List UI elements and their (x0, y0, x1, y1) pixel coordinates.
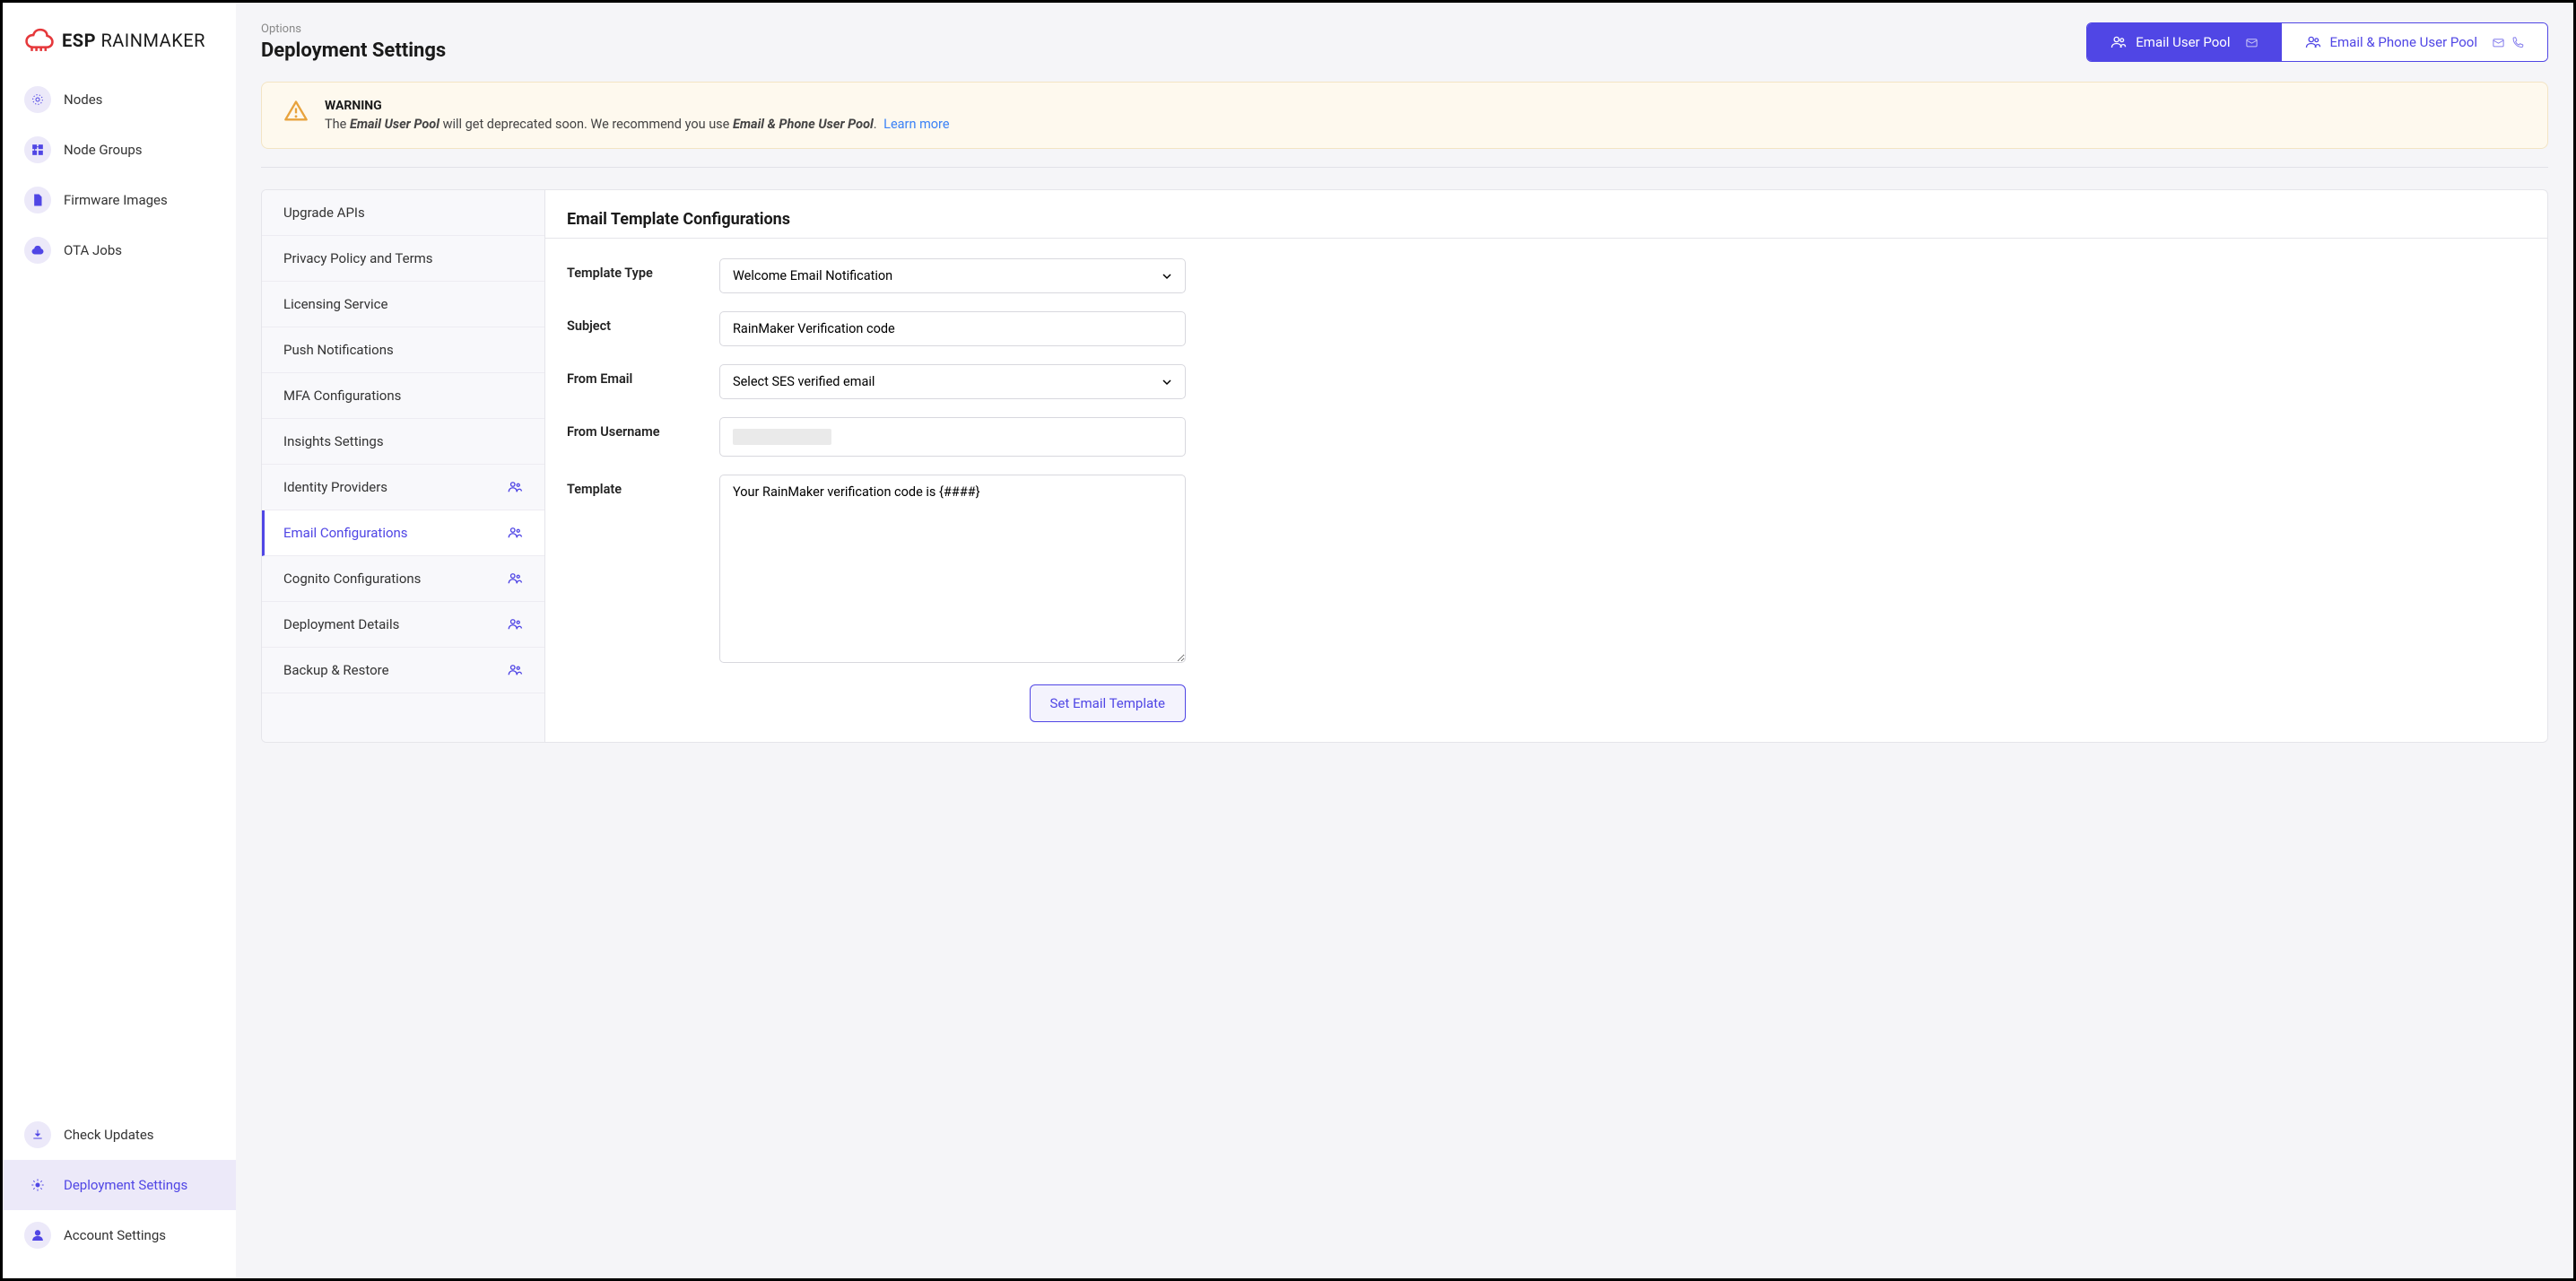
tab-email-phone-user-pool[interactable]: Email & Phone User Pool (2282, 23, 2548, 61)
from-email-select[interactable]: Select SES verified email (719, 364, 1186, 399)
panel-title: Email Template Configurations (567, 210, 2526, 229)
gear-icon (24, 1172, 51, 1198)
sidebar-item-node-groups[interactable]: Node Groups (3, 125, 236, 175)
sidebar-item-firmware-images[interactable]: Firmware Images (3, 175, 236, 225)
warning-text: The Email User Pool will get deprecated … (325, 117, 950, 132)
tab-email-user-pool[interactable]: Email User Pool (2087, 23, 2281, 61)
cloud-icon (24, 237, 51, 264)
template-type-label: Template Type (567, 258, 701, 281)
sidebar-item-label: Nodes (64, 92, 102, 108)
subject-input[interactable] (719, 311, 1186, 346)
mail-icon (2492, 36, 2505, 49)
template-textarea[interactable] (719, 475, 1186, 663)
subnav-cognito[interactable]: Cognito Configurations (262, 556, 544, 602)
subnav-licensing[interactable]: Licensing Service (262, 282, 544, 327)
brand-text-light: RAINMAKER (100, 30, 205, 51)
sidebar-item-ota-jobs[interactable]: OTA Jobs (3, 225, 236, 275)
breadcrumb: Options (261, 22, 446, 36)
divider (261, 167, 2548, 168)
download-icon (24, 1121, 51, 1148)
users-icon (507, 616, 523, 632)
subnav-insights[interactable]: Insights Settings (262, 419, 544, 465)
person-icon (24, 1222, 51, 1249)
subnav-deployment-details[interactable]: Deployment Details (262, 602, 544, 648)
tab-label: Email User Pool (2136, 34, 2230, 50)
sidebar-item-label: Deployment Settings (64, 1177, 187, 1193)
sidebar-item-nodes[interactable]: Nodes (3, 74, 236, 125)
sidebar-item-deployment-settings[interactable]: Deployment Settings (3, 1160, 236, 1210)
sidebar: ESP RAINMAKER Nodes Node Groups Firmware… (3, 3, 236, 1278)
tab-label: Email & Phone User Pool (2330, 34, 2478, 50)
template-type-select[interactable]: Welcome Email Notification (719, 258, 1186, 293)
phone-icon (2511, 36, 2524, 49)
subject-label: Subject (567, 311, 701, 334)
set-email-template-button[interactable]: Set Email Template (1030, 684, 1186, 722)
email-template-panel: Email Template Configurations Template T… (545, 190, 2547, 742)
node-groups-icon (24, 136, 51, 163)
nodes-icon (24, 86, 51, 113)
sidebar-item-label: Account Settings (64, 1227, 166, 1243)
sidebar-item-check-updates[interactable]: Check Updates (3, 1110, 236, 1160)
from-username-input[interactable] (719, 417, 1186, 457)
user-pool-tabs: Email User Pool Email & Phone User Pool (2086, 22, 2548, 62)
users-icon (507, 525, 523, 541)
brand-logo: ESP RAINMAKER (3, 21, 236, 74)
placeholder-skeleton (733, 429, 831, 445)
sidebar-item-label: Check Updates (64, 1127, 154, 1143)
subnav-email-configurations[interactable]: Email Configurations (262, 510, 544, 556)
main-content: Options Deployment Settings Email User P… (236, 3, 2573, 1278)
users-icon (507, 479, 523, 495)
sidebar-item-account-settings[interactable]: Account Settings (3, 1210, 236, 1260)
subnav-mfa[interactable]: MFA Configurations (262, 373, 544, 419)
subnav-privacy-terms[interactable]: Privacy Policy and Terms (262, 236, 544, 282)
users-icon (507, 571, 523, 587)
users-icon (2305, 34, 2321, 50)
subnav-backup-restore[interactable]: Backup & Restore (262, 648, 544, 693)
warning-title: WARNING (325, 99, 950, 113)
subnav-push-notifications[interactable]: Push Notifications (262, 327, 544, 373)
mail-icon (2245, 36, 2258, 49)
file-icon (24, 187, 51, 214)
learn-more-link[interactable]: Learn more (883, 117, 949, 132)
divider (545, 238, 2547, 239)
subnav-upgrade-apis[interactable]: Upgrade APIs (262, 190, 544, 236)
template-label: Template (567, 475, 701, 497)
subnav-identity-providers[interactable]: Identity Providers (262, 465, 544, 510)
from-email-label: From Email (567, 364, 701, 387)
from-username-label: From Username (567, 417, 701, 440)
warning-banner: WARNING The Email User Pool will get dep… (261, 82, 2548, 149)
warning-triangle-icon (283, 99, 309, 124)
page-title: Deployment Settings (261, 39, 446, 62)
settings-subnav: Upgrade APIs Privacy Policy and Terms Li… (262, 190, 545, 742)
sidebar-item-label: Firmware Images (64, 192, 168, 208)
sidebar-item-label: Node Groups (64, 142, 143, 158)
users-icon (2110, 34, 2127, 50)
brand-text-bold: ESP (62, 30, 100, 51)
sidebar-item-label: OTA Jobs (64, 242, 122, 258)
users-icon (507, 662, 523, 678)
rainmaker-cloud-icon (24, 28, 55, 53)
